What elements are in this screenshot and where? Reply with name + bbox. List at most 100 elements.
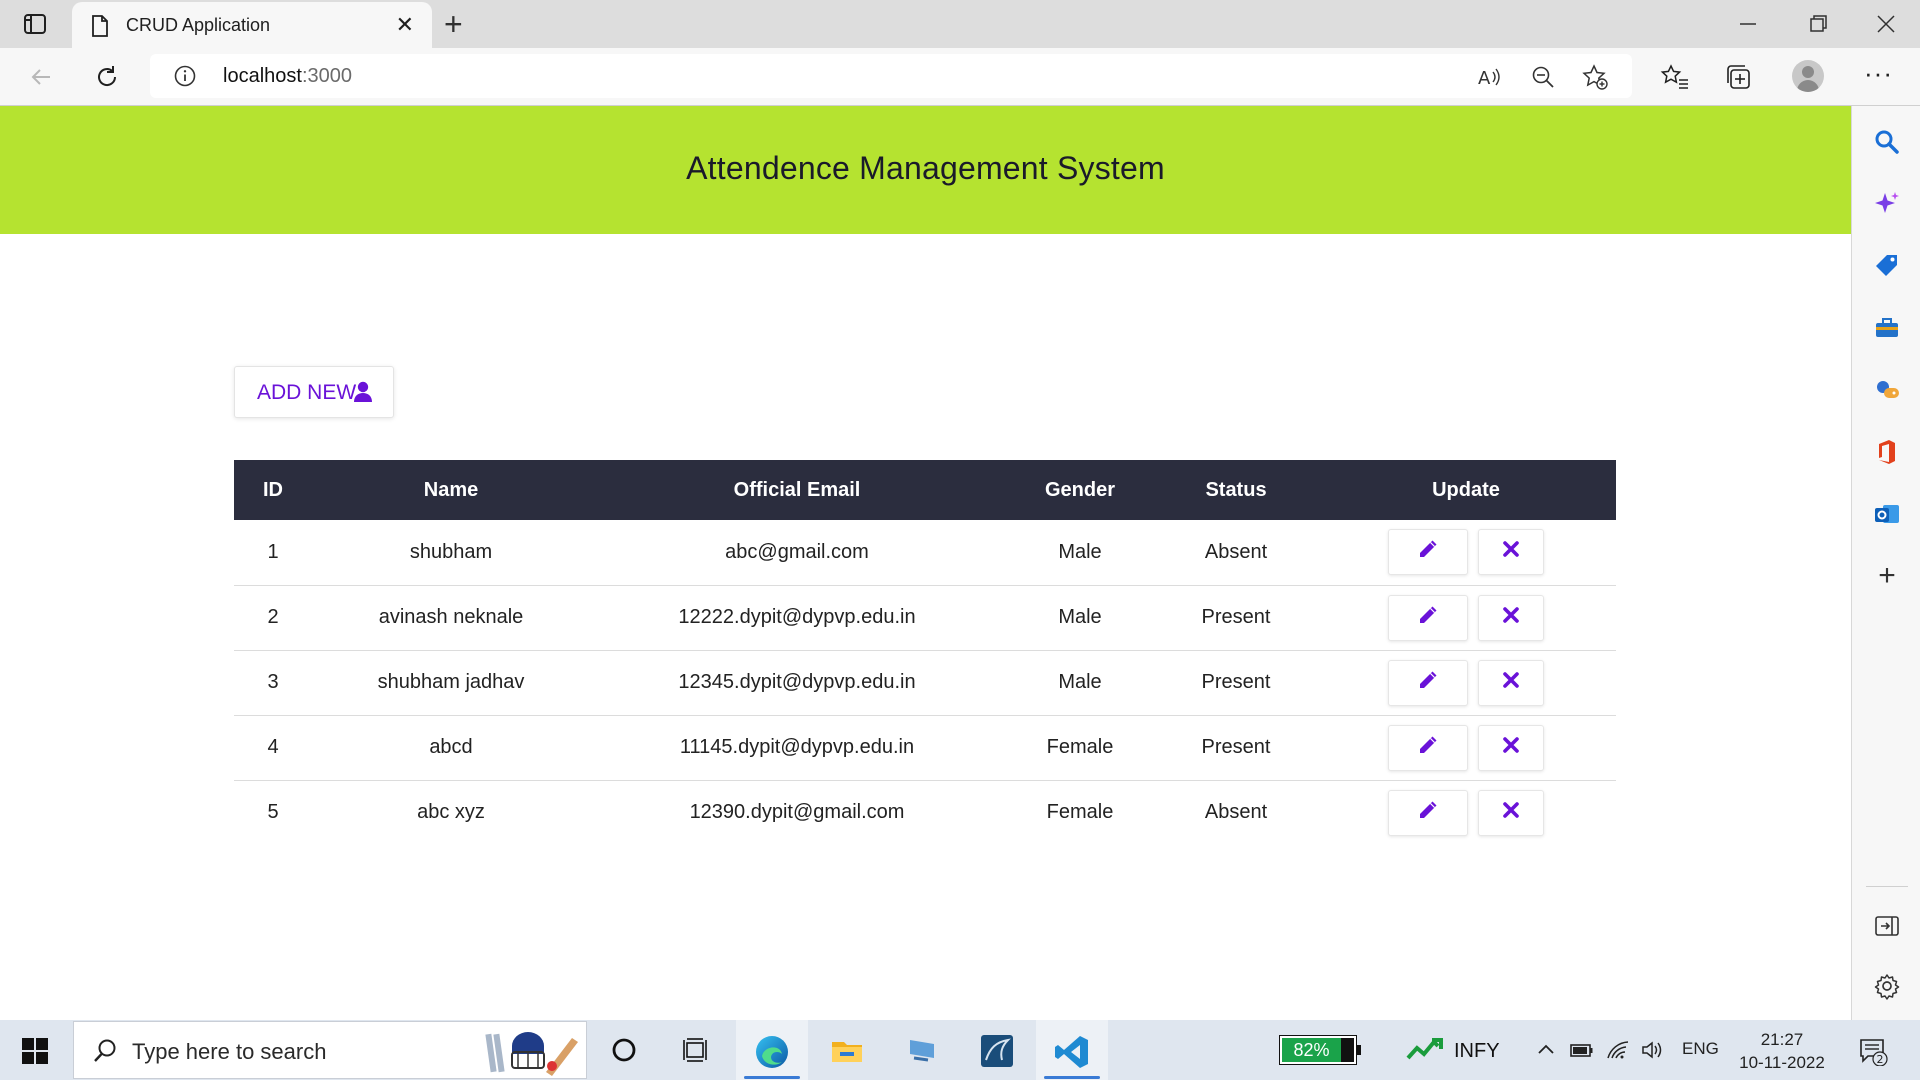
cell-id: 1 <box>234 520 312 586</box>
edge-active-indicator <box>744 1076 800 1079</box>
hide-sidebar-icon[interactable] <box>1873 912 1901 940</box>
delete-button[interactable] <box>1478 529 1544 576</box>
shopping-tag-icon[interactable] <box>1873 252 1901 280</box>
more-options-icon[interactable]: ··· <box>1864 58 1893 89</box>
collections-icon[interactable] <box>1724 62 1754 92</box>
info-icon[interactable] <box>174 65 196 87</box>
cell-gender: Female <box>1046 801 1114 824</box>
table-header-row: ID Name Official Email Gender Status Upd… <box>234 460 1616 520</box>
profile-avatar[interactable] <box>1792 60 1824 92</box>
cell-status: Present <box>1156 650 1316 716</box>
task-view-icon[interactable] <box>680 1034 712 1066</box>
page-header: Attendence Management System <box>0 106 1851 234</box>
chevron-up-icon[interactable] <box>1534 1038 1558 1062</box>
column-header-id: ID <box>263 478 283 501</box>
new-tab-icon[interactable]: + <box>444 8 463 40</box>
pencil-icon <box>1416 668 1440 698</box>
column-header-name: Name <box>423 478 479 501</box>
close-window-icon[interactable] <box>1874 12 1898 36</box>
svg-text:A: A <box>1478 68 1491 89</box>
edit-button[interactable] <box>1388 789 1468 836</box>
vscode-active-indicator <box>1044 1076 1100 1079</box>
edge-sidebar: + <box>1851 106 1920 1020</box>
vscode-icon[interactable] <box>1054 1034 1088 1068</box>
browser-tab[interactable]: CRUD Application ✕ <box>72 2 432 48</box>
edge-browser-icon[interactable] <box>754 1034 788 1068</box>
cell-gender: Male <box>1004 520 1156 586</box>
cell-name: avinash neknale <box>312 585 590 651</box>
zoom-out-icon[interactable] <box>1530 64 1556 90</box>
pencil-icon <box>1416 537 1440 567</box>
address-bar[interactable]: localhost:3000 A <box>150 54 1632 98</box>
cell-status: Absent <box>1204 801 1268 824</box>
table-row: 2 avinash neknale 12222.dypit@dypvp.edu.in… <box>234 585 1616 651</box>
add-sidebar-app-icon[interactable]: + <box>1873 561 1901 591</box>
restore-icon[interactable] <box>1806 12 1830 36</box>
close-icon <box>1502 736 1520 760</box>
language-indicator[interactable]: ENG <box>1682 1039 1719 1059</box>
column-header-status: Status <box>1205 478 1267 501</box>
outlook-icon[interactable] <box>1873 500 1901 528</box>
close-icon <box>1502 540 1520 564</box>
cell-name: shubham <box>312 520 590 586</box>
battery-tray-icon[interactable] <box>1570 1038 1594 1062</box>
taskbar-search-box[interactable]: Type here to search <box>73 1021 587 1079</box>
cell-update-actions <box>1316 585 1616 651</box>
search-placeholder: Type here to search <box>132 1039 327 1064</box>
clock-time: 21:27 <box>1760 1030 1804 1049</box>
cell-name: abcd <box>312 715 590 781</box>
refresh-icon[interactable] <box>92 62 122 92</box>
computer-app-icon[interactable] <box>906 1034 938 1066</box>
notification-center-icon[interactable]: 2 <box>1858 1036 1888 1067</box>
delete-button[interactable] <box>1478 724 1544 771</box>
back-arrow-icon[interactable] <box>26 62 56 92</box>
add-new-button[interactable]: ADD NEW <box>234 366 394 418</box>
windows-start-icon[interactable] <box>22 1038 48 1064</box>
browser-toolbar: localhost:3000 A ··· <box>0 48 1920 106</box>
delete-button[interactable] <box>1478 789 1544 836</box>
cell-email: 12390.dypit@gmail.com <box>689 801 905 824</box>
battery-widget[interactable]: 82% <box>1279 1035 1361 1065</box>
edit-button[interactable] <box>1388 724 1468 771</box>
cell-name: shubham jadhav <box>312 650 590 716</box>
cell-email: 11145.dypit@dypvp.edu.in <box>590 715 1004 781</box>
minimize-icon[interactable] <box>1736 12 1760 36</box>
close-icon <box>1502 606 1520 630</box>
stock-chart-icon <box>1406 1038 1443 1060</box>
edit-button[interactable] <box>1388 594 1468 641</box>
pencil-icon <box>1416 798 1440 828</box>
wifi-icon[interactable] <box>1606 1038 1630 1062</box>
file-explorer-icon[interactable] <box>830 1034 862 1066</box>
mysql-workbench-icon[interactable] <box>980 1034 1013 1067</box>
discover-sparkle-icon[interactable] <box>1873 190 1901 218</box>
system-clock[interactable]: 21:27 10-11-2022 <box>1736 1028 1828 1074</box>
cell-id: 5 <box>267 801 279 824</box>
games-icon[interactable] <box>1873 376 1901 404</box>
tab-title: CRUD Application <box>126 15 271 35</box>
stock-widget[interactable]: INFY <box>1406 1036 1500 1064</box>
search-magnifier-icon <box>92 1038 118 1069</box>
column-header-gender: Gender <box>1044 478 1116 501</box>
volume-icon[interactable] <box>1640 1038 1664 1062</box>
cell-email: 12345.dypit@dypvp.edu.in <box>590 650 1004 716</box>
edit-button[interactable] <box>1388 659 1468 706</box>
windows-taskbar: Type here to search 82% INFY ENG 21:27 1… <box>0 1020 1920 1080</box>
favorites-icon[interactable] <box>1660 62 1690 92</box>
cell-name: abc xyz <box>417 801 485 824</box>
tab-actions-icon[interactable] <box>22 12 48 36</box>
edit-button[interactable] <box>1388 529 1468 576</box>
column-header-update: Update <box>1432 478 1500 501</box>
table-row: 5 abc xyz 12390.dypit@gmail.com Female Absen… <box>234 780 1616 845</box>
search-icon[interactable] <box>1873 128 1901 156</box>
sidebar-divider <box>1866 886 1908 887</box>
delete-button[interactable] <box>1478 594 1544 641</box>
settings-gear-icon[interactable] <box>1873 972 1901 1000</box>
close-tab-icon[interactable]: ✕ <box>396 13 414 37</box>
delete-button[interactable] <box>1478 659 1544 706</box>
read-aloud-icon[interactable]: A <box>1476 64 1502 90</box>
cortana-icon[interactable] <box>608 1034 640 1066</box>
office-icon[interactable] <box>1873 438 1901 466</box>
add-favorite-icon[interactable] <box>1582 64 1608 90</box>
add-new-label: ADD NEW <box>257 381 357 404</box>
tools-briefcase-icon[interactable] <box>1873 314 1901 342</box>
